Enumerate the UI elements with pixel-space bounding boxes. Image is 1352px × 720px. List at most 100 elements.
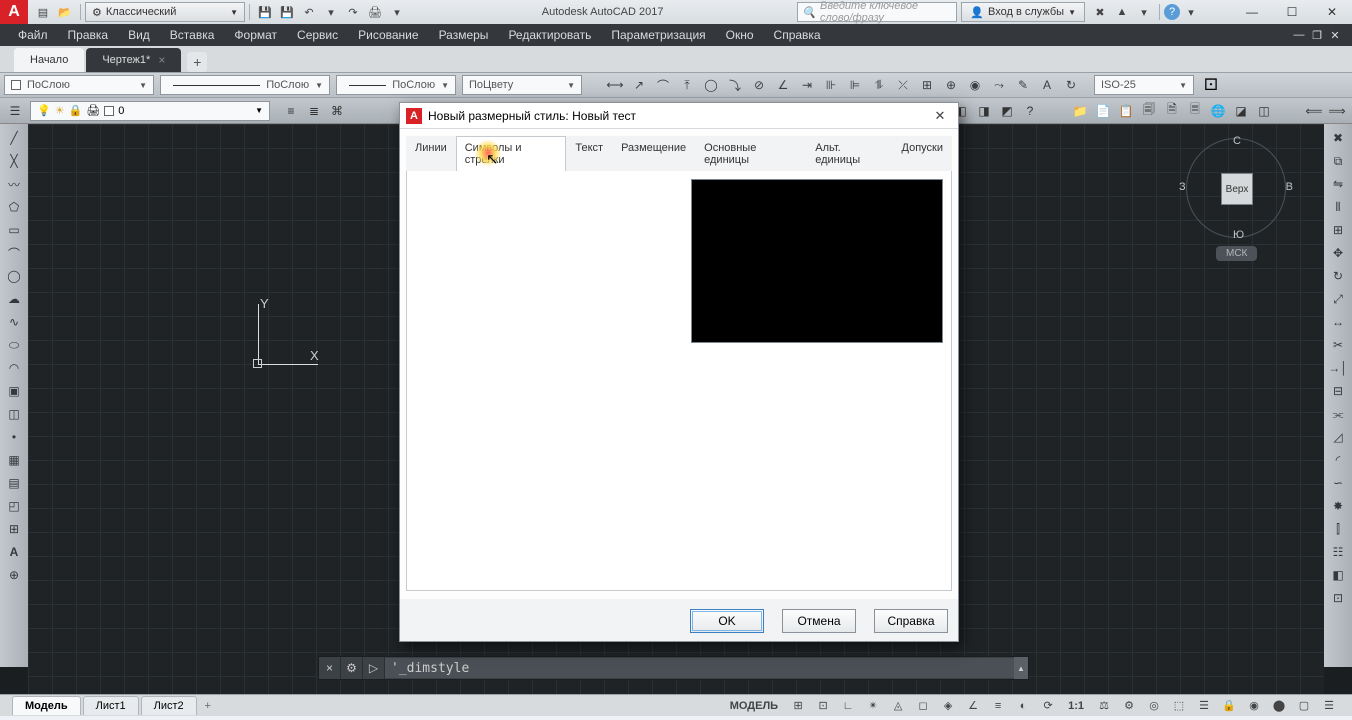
chamfer-icon[interactable]: ◿ (1327, 427, 1349, 447)
groupedit-icon[interactable]: ⊡ (1327, 588, 1349, 608)
blend-icon[interactable]: ∽ (1327, 473, 1349, 493)
revcloud-icon[interactable]: ☁ (3, 289, 25, 309)
menu-format[interactable]: Формат (224, 25, 287, 45)
doc-restore-button[interactable]: ❐ (1308, 29, 1326, 42)
viewcube[interactable]: Верх С Ю З В МСК (1186, 138, 1286, 258)
tab-drawing[interactable]: Чертеж1* × (86, 48, 181, 72)
dropdown-icon[interactable]: ▾ (320, 1, 342, 23)
save-icon[interactable]: 💾 (254, 1, 276, 23)
dimstyle-manager-icon[interactable]: ⚀ (1200, 75, 1222, 95)
mirror-icon[interactable]: ⇋ (1327, 174, 1349, 194)
jogged-linear-icon[interactable]: ⤳ (988, 74, 1010, 96)
units-icon[interactable]: ⬚ (1168, 697, 1190, 715)
tab-primary[interactable]: Основные единицы (695, 136, 806, 171)
workspace-combo[interactable]: ⚙ Классический ▼ (85, 2, 245, 22)
tab-symbols[interactable]: Символы и стрелки (456, 136, 567, 171)
setbylayer-icon[interactable]: ◧ (1327, 565, 1349, 585)
help-button[interactable]: Справка (874, 609, 948, 633)
nav-fwd-icon[interactable]: ⟹ (1326, 100, 1348, 122)
spline-icon[interactable]: ∿ (3, 312, 25, 332)
help-icon[interactable]: ? (1164, 4, 1180, 20)
dimstyle-combo[interactable]: ISO-25 ▼ (1094, 75, 1194, 95)
tab-sheet2[interactable]: Лист2 (141, 696, 197, 715)
dim-quick-icon[interactable]: ⇥ (796, 74, 818, 96)
tab-text[interactable]: Текст (566, 136, 612, 171)
new-tab-button[interactable]: + (187, 52, 207, 72)
chevron-down-icon[interactable]: ▾ (1133, 1, 1155, 23)
scale-icon[interactable]: ⤢ (1327, 289, 1349, 309)
dim-break-icon[interactable]: ⤫ (892, 74, 914, 96)
inspect-icon[interactable]: ◉ (964, 74, 986, 96)
plotstyle-combo[interactable]: ПоЦвету ▼ (462, 75, 582, 95)
std-tool-icon[interactable]: ◩ (996, 100, 1018, 122)
menu-window[interactable]: Окно (716, 25, 764, 45)
break-icon[interactable]: ⊟ (1327, 381, 1349, 401)
a360-icon[interactable]: ▲ (1111, 1, 1133, 23)
chevron-down-icon[interactable]: ▾ (1180, 1, 1202, 23)
dim-edit-icon[interactable]: ✎ (1012, 74, 1034, 96)
xref-tool-icon[interactable]: 🗐 (1138, 100, 1160, 122)
otrack-icon[interactable]: ∠ (962, 697, 984, 715)
command-input[interactable] (385, 658, 1014, 678)
ortho-icon[interactable]: ∟ (837, 697, 859, 715)
menu-modify[interactable]: Редактировать (498, 25, 601, 45)
dim-linear-icon[interactable]: ⟷ (604, 74, 626, 96)
dim-space-icon[interactable]: ⥮ (868, 74, 890, 96)
chevron-down-icon[interactable]: ▾ (386, 1, 408, 23)
transparency-icon[interactable]: ◐ (1012, 697, 1034, 715)
scale-button[interactable]: 1:1 (1062, 697, 1090, 715)
dim-tedit-icon[interactable]: A (1036, 74, 1058, 96)
tab-fit[interactable]: Размещение (612, 136, 695, 171)
tolerance-icon[interactable]: ⊞ (916, 74, 938, 96)
dim-arc-icon[interactable]: ⌒ (652, 74, 674, 96)
isolate-icon[interactable]: ◉ (1243, 697, 1265, 715)
stretch-icon[interactable]: ↔ (1327, 312, 1349, 332)
3dosnap-icon[interactable]: ◈ (937, 697, 959, 715)
print-icon[interactable]: 🖨 (364, 1, 386, 23)
undo-icon[interactable]: ↶ (298, 1, 320, 23)
ellipse-arc-icon[interactable]: ◠ (3, 358, 25, 378)
search-input[interactable]: 🔍 Введите ключевое слово/фразу (797, 2, 957, 22)
offset-icon[interactable]: ⫴ (1327, 197, 1349, 217)
mtext-icon[interactable]: A (3, 542, 25, 562)
model-space-button[interactable]: МОДЕЛЬ (724, 697, 784, 715)
xref-tool-icon[interactable]: 🗏 (1184, 100, 1206, 122)
close-button[interactable]: ✕ (928, 108, 952, 124)
minimize-button[interactable]: — (1232, 0, 1272, 24)
customize-icon[interactable]: ⚙ (341, 657, 363, 679)
gradient-icon[interactable]: ▤ (3, 473, 25, 493)
exchange-icon[interactable]: ✖ (1089, 1, 1111, 23)
new-icon[interactable]: ▤ (32, 1, 54, 23)
doc-minimize-button[interactable]: — (1290, 29, 1308, 42)
dim-radius-icon[interactable]: ◯ (700, 74, 722, 96)
xref-tool-icon[interactable]: 📄 (1092, 100, 1114, 122)
nav-back-icon[interactable]: ⟸ (1303, 100, 1325, 122)
isoplane-icon[interactable]: ◬ (887, 697, 909, 715)
menu-service[interactable]: Сервис (287, 25, 348, 45)
xline-icon[interactable]: ╳ (3, 151, 25, 171)
command-line[interactable]: × ⚙ ▷ ▲ (318, 656, 1029, 680)
dim-angular-icon[interactable]: ∠ (772, 74, 794, 96)
rectangle-icon[interactable]: ▭ (3, 220, 25, 240)
viewcube-wcs[interactable]: МСК (1216, 246, 1257, 261)
annomonitor-icon[interactable]: ◎ (1143, 697, 1165, 715)
make-block-icon[interactable]: ◫ (3, 404, 25, 424)
ok-button[interactable]: OK (690, 609, 764, 633)
clean-screen-icon[interactable]: ▢ (1293, 697, 1315, 715)
menu-param[interactable]: Параметризация (601, 25, 715, 45)
join-icon[interactable]: ⫘ (1327, 404, 1349, 424)
xref-tool-icon[interactable]: 🗎 (1161, 100, 1183, 122)
tab-lines[interactable]: Линии (406, 136, 456, 171)
menu-draw[interactable]: Рисование (348, 25, 428, 45)
menu-help[interactable]: Справка (764, 25, 831, 45)
hardware-accel-icon[interactable]: ⬤ (1268, 697, 1290, 715)
explode-icon[interactable]: ✸ (1327, 496, 1349, 516)
grid-icon[interactable]: ⊞ (787, 697, 809, 715)
tab-model[interactable]: Модель (12, 696, 81, 715)
osnap-icon[interactable]: ◻ (912, 697, 934, 715)
dim-diameter-icon[interactable]: ⊘ (748, 74, 770, 96)
tab-start[interactable]: Начало (14, 48, 84, 72)
dim-aligned-icon[interactable]: ↗ (628, 74, 650, 96)
erase-icon[interactable]: ✖ (1327, 128, 1349, 148)
redo-icon[interactable]: ↷ (342, 1, 364, 23)
